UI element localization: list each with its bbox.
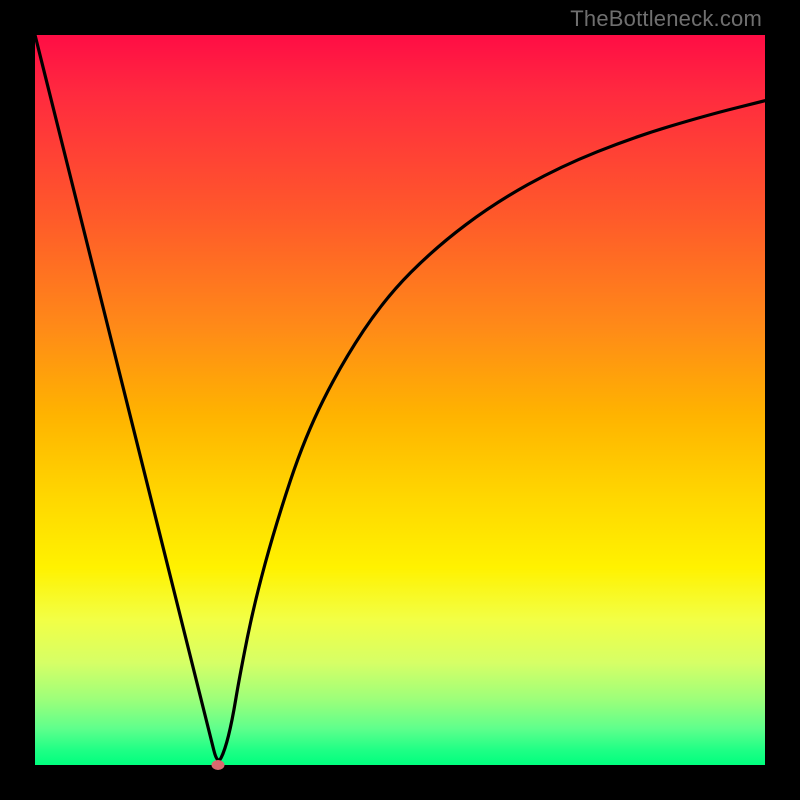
- optimum-marker: [211, 760, 224, 770]
- bottleneck-curve: [35, 35, 765, 765]
- plot-area: [35, 35, 765, 765]
- curve-path: [35, 35, 765, 760]
- watermark-text: TheBottleneck.com: [570, 6, 762, 32]
- chart-frame: TheBottleneck.com: [0, 0, 800, 800]
